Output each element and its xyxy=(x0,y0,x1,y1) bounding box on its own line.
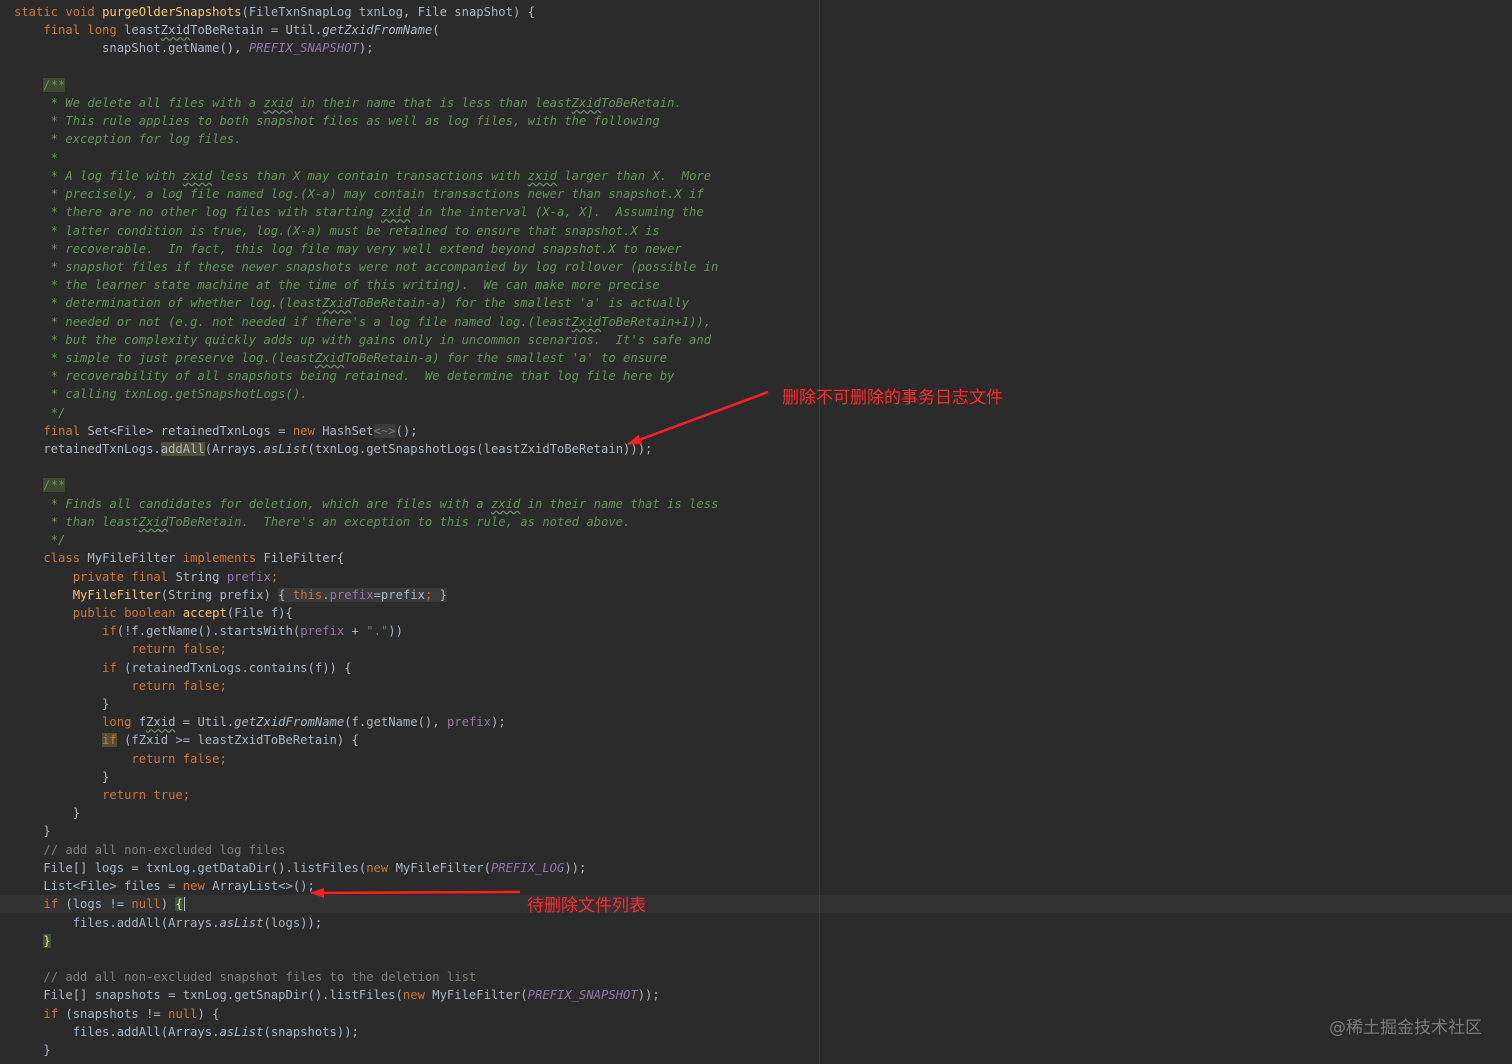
annotation-arrows xyxy=(310,390,769,898)
annotation-label-retained-logs: 删除不可删除的事务日志文件 xyxy=(782,388,1003,408)
watermark: @稀土掘金技术社区 xyxy=(1329,1018,1482,1038)
annotation-arrow-top xyxy=(627,390,769,446)
annotation-label-files-to-delete: 待删除文件列表 xyxy=(527,896,646,916)
annotation-arrow-bottom xyxy=(310,887,521,898)
